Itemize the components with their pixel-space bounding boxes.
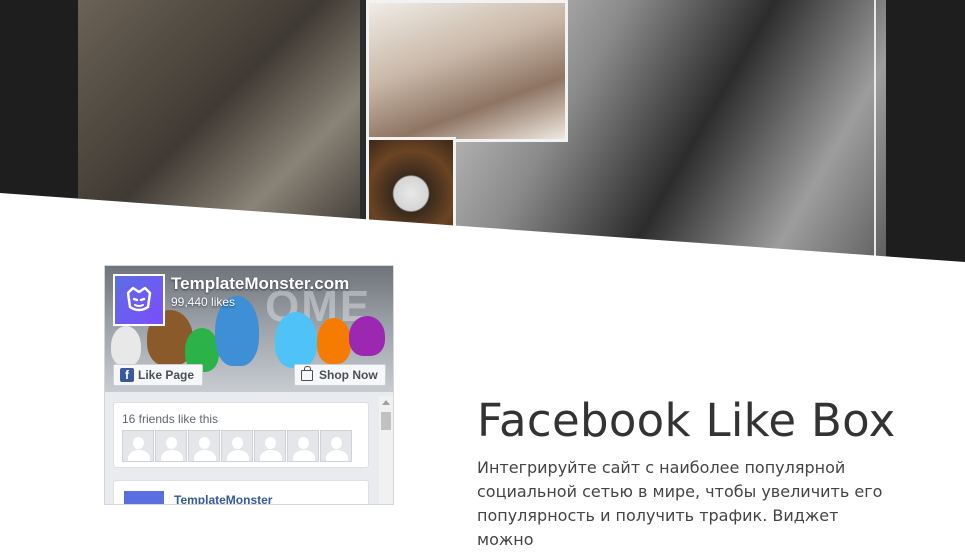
collage-frame-line	[874, 0, 876, 262]
like-page-button[interactable]: f Like Page	[113, 364, 203, 386]
friend-avatar-icon[interactable]	[221, 430, 253, 462]
friend-avatar-icon[interactable]	[320, 430, 352, 462]
section-title: Facebook Like Box	[477, 394, 896, 448]
shop-now-button[interactable]: Shop Now	[294, 364, 386, 386]
post-avatar[interactable]	[124, 491, 164, 504]
hero-banner	[0, 0, 965, 262]
friends-like-text: 16 friends like this	[122, 412, 219, 426]
friend-avatar-icon[interactable]	[155, 430, 187, 462]
like-page-label: Like Page	[138, 368, 195, 382]
monster-illustration	[349, 316, 385, 356]
facebook-f-icon: f	[120, 368, 134, 382]
timeline-post: TemplateMonster	[113, 480, 369, 504]
templatemonster-logo-icon	[115, 276, 163, 324]
section-description: Интегрируйте сайт с наиболее популярной …	[477, 458, 883, 549]
likes-count: 99,440 likes	[171, 295, 236, 309]
widget-scrollbar[interactable]	[379, 396, 393, 504]
friend-avatar-icon[interactable]	[254, 430, 286, 462]
post-author-link[interactable]: TemplateMonster	[174, 493, 272, 504]
monster-illustration	[275, 312, 317, 368]
friend-avatar-icon[interactable]	[122, 430, 154, 462]
facebook-cover-image[interactable]: OME TemplateMonster.com 99,440 likes f L…	[105, 266, 393, 392]
friend-avatar-icon[interactable]	[287, 430, 319, 462]
shopping-bag-icon	[301, 365, 313, 381]
friend-avatar-icon[interactable]	[188, 430, 220, 462]
page-avatar[interactable]	[113, 274, 165, 326]
facebook-like-box-widget: OME TemplateMonster.com 99,440 likes f L…	[104, 265, 394, 505]
monster-illustration	[111, 326, 141, 366]
shop-now-label: Shop Now	[319, 368, 378, 382]
page-name-link[interactable]: TemplateMonster.com	[171, 274, 349, 294]
monster-illustration	[317, 318, 351, 364]
scroll-up-arrow-icon[interactable]	[382, 400, 390, 405]
collage-photo-bearded-man	[366, 0, 568, 142]
friends-avatars	[122, 430, 352, 462]
scrollbar-thumb[interactable]	[381, 412, 391, 430]
friends-like-panel: 16 friends like this	[113, 402, 369, 468]
